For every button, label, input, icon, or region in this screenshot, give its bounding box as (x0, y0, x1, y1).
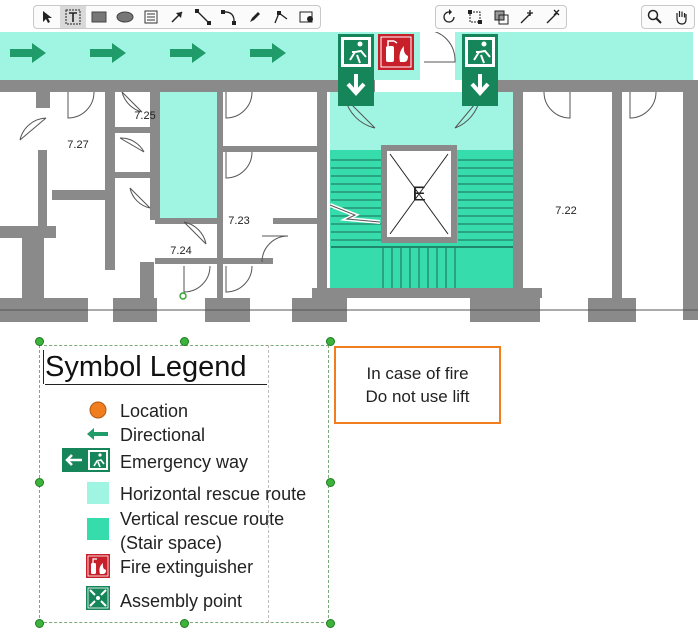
legend-label-vertical-route: Vertical rescue route (120, 509, 285, 529)
arc-icon (221, 10, 236, 25)
line-tool-button[interactable] (190, 6, 216, 28)
room-label: 7.24 (170, 245, 192, 257)
fire-note-line-2: Do not use lift (365, 387, 470, 406)
crop-tool-button[interactable] (462, 6, 488, 28)
resize-icon (494, 10, 509, 25)
rotate-tool-button[interactable] (436, 6, 462, 28)
horizontal-rescue-route-corridor (0, 32, 335, 80)
horizontal-rescue-route-branch (160, 80, 217, 220)
polyline-tool-button[interactable] (268, 6, 294, 28)
pen-tool-button[interactable] (242, 6, 268, 28)
rectangle-icon (91, 11, 107, 23)
pen-icon (250, 12, 260, 22)
arrow-icon (171, 11, 183, 23)
pan-tool-button[interactable] (668, 6, 694, 28)
selection-handle[interactable] (180, 337, 189, 346)
ellipse-tool-button[interactable] (112, 6, 138, 28)
elevator-label: E (412, 183, 426, 206)
crop-icon (468, 10, 482, 24)
magnifier-icon (647, 9, 662, 24)
fire-warning-note[interactable]: In case of fire Do not use lift (334, 346, 501, 424)
selection-handle[interactable] (35, 337, 44, 346)
legend-label-assembly-point: Assembly point (120, 591, 243, 611)
room-label: 7.25 (134, 110, 156, 122)
assembly-point-sign-icon (86, 586, 110, 610)
legend-label-directional: Directional (120, 425, 206, 445)
rotate-icon (443, 9, 455, 23)
room-label: 7.23 (228, 215, 250, 227)
add-point-icon (520, 10, 533, 24)
legend-label-fire-extinguisher: Fire extinguisher (120, 557, 254, 577)
emergency-exit-sign-icon (62, 448, 110, 472)
hand-icon (676, 11, 687, 25)
emergency-exit-sign-icon (338, 34, 374, 106)
legend-label-location: Location (120, 401, 189, 421)
fire-note-line-1: In case of fire (366, 364, 469, 383)
room-label: 7.22 (555, 205, 577, 217)
view-tools-group (641, 5, 695, 29)
legend-label-emergency-way: Emergency way (120, 452, 249, 472)
legend-title-border (43, 350, 44, 384)
selection-handle[interactable] (326, 619, 335, 628)
room-label: 7.27 (67, 139, 89, 151)
text-box-icon (65, 9, 81, 25)
location-dot-icon (89, 401, 107, 419)
delete-point-icon (546, 9, 560, 24)
emergency-exit-sign-icon (462, 34, 498, 106)
selection-handle[interactable] (180, 619, 189, 628)
legend-label-stair-space: (Stair space) (120, 533, 223, 553)
add-point-tool-button[interactable] (514, 6, 540, 28)
select-tool-button[interactable] (34, 6, 60, 28)
ellipse-icon (116, 11, 134, 23)
vertical-route-swatch (87, 518, 109, 540)
text-tool-button[interactable] (60, 6, 86, 28)
fire-extinguisher-sign-icon (86, 554, 110, 578)
delete-point-tool-button[interactable] (540, 6, 566, 28)
arc-tool-button[interactable] (216, 6, 242, 28)
horizontal-route-swatch (87, 482, 109, 504)
note-tool-button[interactable] (138, 6, 164, 28)
line-icon (195, 9, 211, 25)
zoom-tool-button[interactable] (642, 6, 668, 28)
resize-tool-button[interactable] (488, 6, 514, 28)
legend-title: Symbol Legend (45, 350, 267, 385)
rotation-handle-icon[interactable] (179, 292, 187, 300)
selection-handle[interactable] (326, 478, 335, 487)
toolbar (0, 0, 698, 32)
legend-label-horizontal-route: Horizontal rescue route (120, 484, 307, 504)
selection-handle[interactable] (326, 337, 335, 346)
selection-handle[interactable] (35, 619, 44, 628)
directional-arrow-icon (87, 428, 108, 440)
note-icon (144, 10, 158, 24)
polyline-icon (274, 11, 288, 24)
rectangle-tool-button[interactable] (86, 6, 112, 28)
selection-handle[interactable] (35, 478, 44, 487)
evacuation-floor-plan (0, 32, 698, 322)
arrow-tool-button[interactable] (164, 6, 190, 28)
image-insert-tool-button[interactable] (294, 6, 320, 28)
fire-extinguisher-sign-icon (378, 34, 414, 70)
drawing-tools-group (33, 5, 321, 29)
image-insert-icon (299, 11, 313, 23)
arrow-pointer-icon (43, 11, 52, 23)
edit-tools-group (435, 5, 567, 29)
